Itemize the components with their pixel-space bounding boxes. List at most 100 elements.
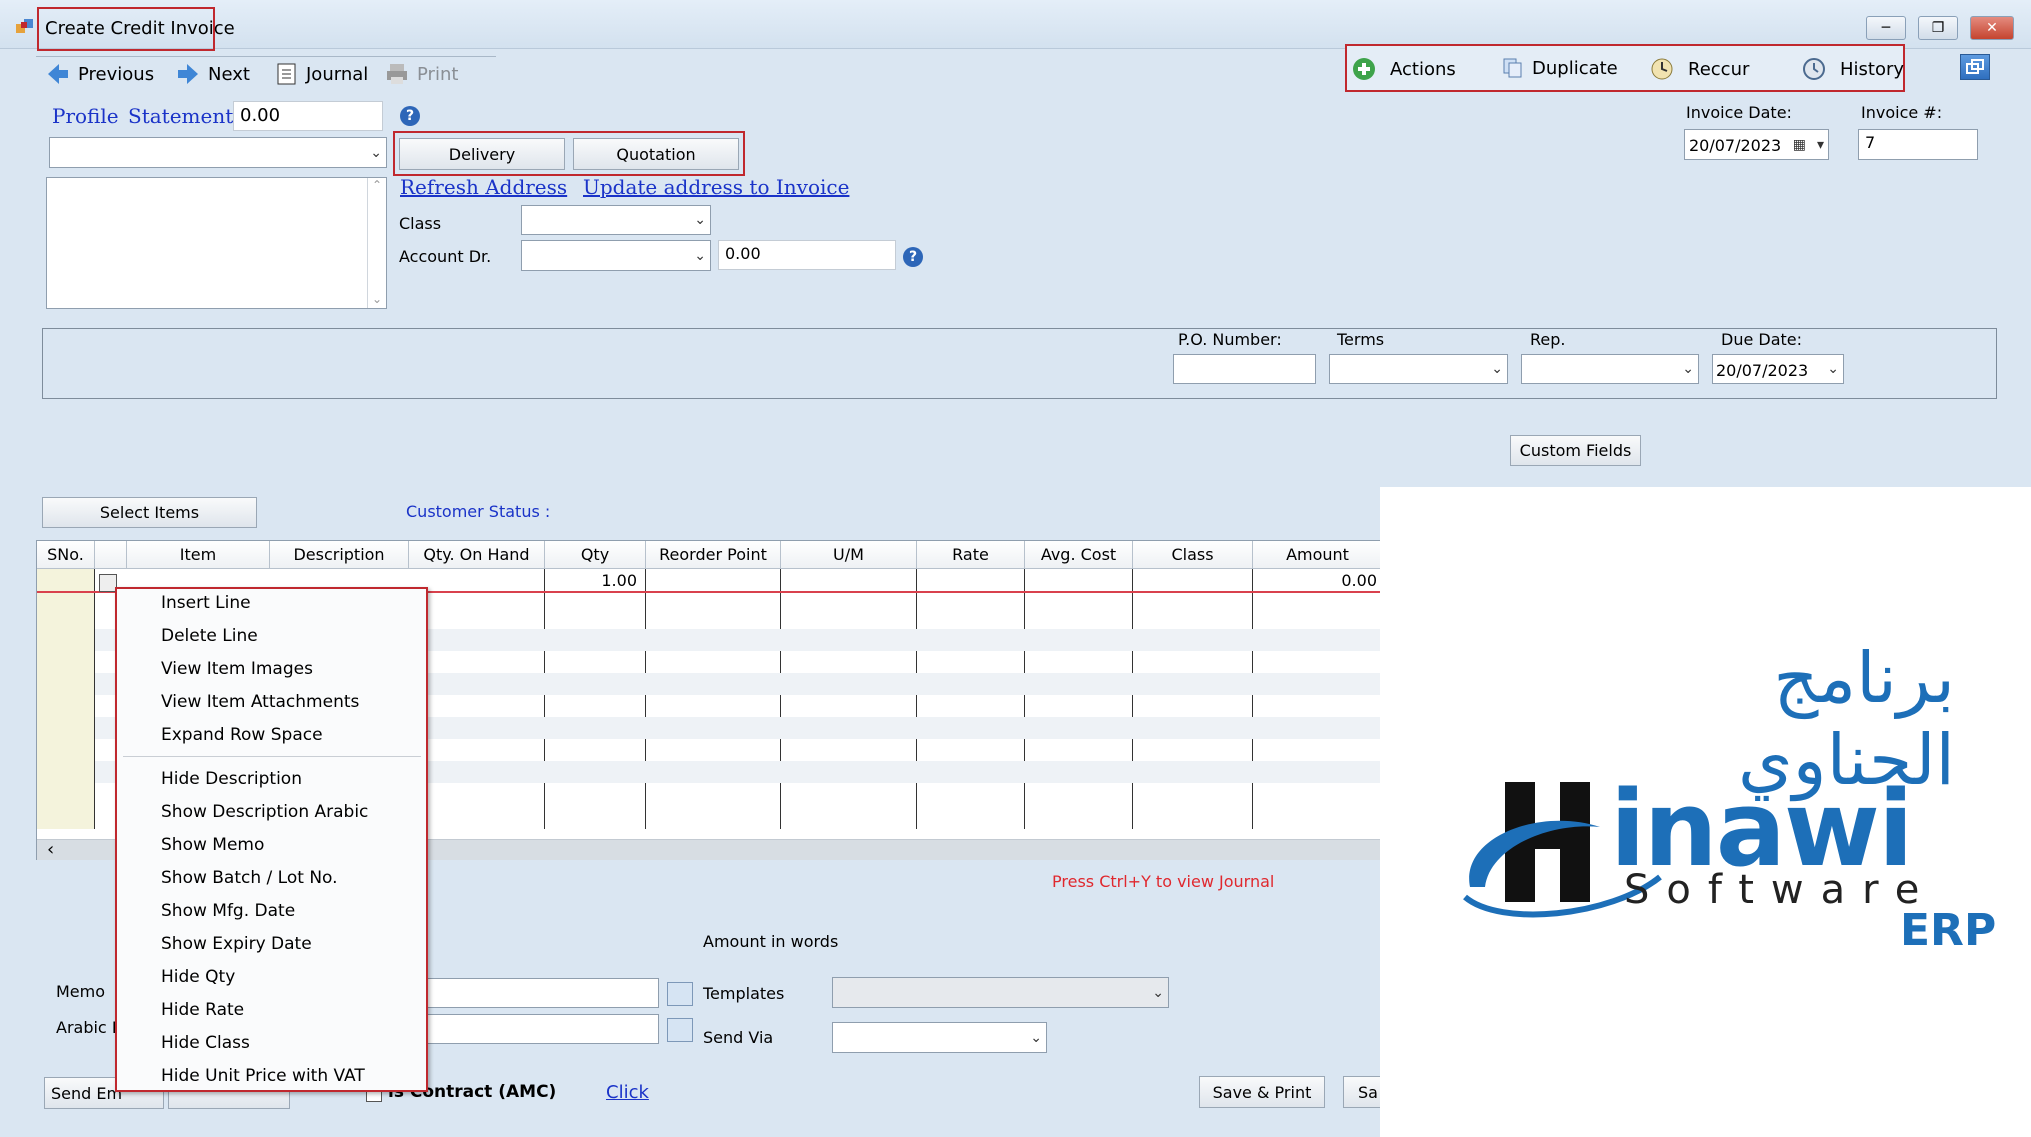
statement-link[interactable]: Statement [128, 104, 233, 128]
menu-expand-row-space[interactable]: Expand Row Space [161, 725, 323, 745]
templates-select[interactable]: ⌄ [832, 977, 1169, 1008]
chevron-down-icon: ⌄ [694, 212, 706, 228]
po-number-field[interactable] [1173, 354, 1316, 384]
col-amount[interactable]: Amount [1253, 541, 1383, 569]
memo-field[interactable] [425, 978, 659, 1008]
windows-icon [1966, 59, 1984, 74]
row-qty[interactable]: 1.00 [545, 571, 637, 590]
due-date-value: 20/07/2023 [1716, 361, 1809, 380]
col-um[interactable]: U/M [781, 541, 917, 569]
duplicate-button[interactable]: Duplicate [1502, 57, 1618, 79]
journal-icon [277, 63, 296, 85]
menu-show-description-arabic[interactable]: Show Description Arabic [161, 802, 368, 822]
update-address-link[interactable]: Update address to Invoice [583, 175, 849, 199]
menu-show-mfg-date[interactable]: Show Mfg. Date [161, 901, 295, 921]
close-icon: ✕ [1986, 20, 1998, 36]
custom-fields-button[interactable]: Custom Fields [1510, 435, 1641, 466]
account-label: Account Dr. [399, 247, 492, 266]
account-balance: 0.00 [718, 240, 896, 270]
terms-select[interactable]: ⌄ [1329, 354, 1508, 384]
rep-select[interactable]: ⌄ [1521, 354, 1699, 384]
previous-button[interactable]: Previous [46, 62, 154, 86]
window-switch-button[interactable] [1960, 54, 1990, 80]
menu-show-expiry-date[interactable]: Show Expiry Date [161, 934, 312, 954]
col-avg-cost[interactable]: Avg. Cost [1025, 541, 1133, 569]
order-details-panel [42, 328, 1997, 399]
help-icon[interactable]: ? [903, 247, 923, 267]
profile-link[interactable]: Profile [52, 104, 119, 128]
menu-hide-unit-price-vat[interactable]: Hide Unit Price with VAT [161, 1066, 365, 1086]
col-item-selector[interactable] [95, 541, 127, 569]
customer-status-label: Customer Status : [406, 502, 551, 521]
menu-show-memo[interactable]: Show Memo [161, 835, 264, 855]
reccur-button[interactable]: Reccur [1650, 57, 1749, 81]
chevron-down-icon: ▾ [1816, 136, 1824, 153]
actions-label: Actions [1390, 58, 1456, 80]
amount-in-words-label: Amount in words [703, 932, 839, 951]
menu-view-item-attachments[interactable]: View Item Attachments [161, 692, 359, 712]
recurring-icon [1651, 58, 1673, 80]
due-date-select[interactable]: 20/07/2023 ⌄ [1712, 354, 1844, 384]
col-qty-on-hand[interactable]: Qty. On Hand [409, 541, 545, 569]
col-qty[interactable]: Qty [545, 541, 646, 569]
menu-hide-qty[interactable]: Hide Qty [161, 967, 235, 987]
window-title: Create Credit Invoice [45, 18, 235, 39]
refresh-address-link[interactable]: Refresh Address [400, 175, 567, 199]
templates-label: Templates [703, 984, 785, 1003]
next-label: Next [208, 63, 250, 85]
select-items-button[interactable]: Select Items [42, 497, 257, 528]
duplicate-label: Duplicate [1532, 57, 1618, 79]
invoice-number-field[interactable]: 7 [1858, 129, 1978, 160]
send-via-select[interactable]: ⌄ [832, 1022, 1047, 1053]
address-scrollbar[interactable]: ⌃ ⌄ [367, 178, 386, 308]
col-reorder-point[interactable]: Reorder Point [646, 541, 781, 569]
address-box[interactable]: ⌃ ⌄ [46, 177, 387, 309]
menu-delete-line[interactable]: Delete Line [161, 626, 258, 646]
col-class[interactable]: Class [1133, 541, 1253, 569]
actions-button[interactable]: Actions [1352, 57, 1456, 81]
minimize-button[interactable]: ─ [1866, 16, 1906, 40]
col-description[interactable]: Description [270, 541, 409, 569]
col-item[interactable]: Item [127, 541, 270, 569]
menu-hide-class[interactable]: Hide Class [161, 1033, 250, 1053]
menu-insert-line[interactable]: Insert Line [161, 593, 251, 613]
save-arabic-memo-icon[interactable] [667, 1018, 693, 1042]
class-select[interactable]: ⌄ [521, 205, 711, 235]
chevron-down-icon: ⌄ [1827, 361, 1839, 377]
invoice-date-label: Invoice Date: [1686, 103, 1792, 122]
next-button[interactable]: Next [176, 62, 250, 86]
journal-button[interactable]: Journal [276, 62, 368, 86]
amc-click-link[interactable]: Click [606, 1082, 649, 1103]
save-print-button[interactable]: Save & Print [1199, 1076, 1325, 1108]
save-label: Sa [1358, 1082, 1378, 1102]
menu-view-item-images[interactable]: View Item Images [161, 659, 313, 679]
scroll-down-icon: ⌄ [371, 292, 383, 306]
delivery-button[interactable]: Delivery [399, 138, 565, 170]
close-button[interactable]: ✕ [1970, 16, 2014, 40]
menu-hide-rate[interactable]: Hide Rate [161, 1000, 244, 1020]
restore-button[interactable]: ❐ [1918, 16, 1958, 40]
menu-show-batch-lot[interactable]: Show Batch / Lot No. [161, 868, 338, 888]
help-icon[interactable]: ? [400, 106, 420, 126]
print-label: Print [417, 63, 459, 85]
save-memo-icon[interactable] [667, 982, 693, 1006]
quotation-button[interactable]: Quotation [573, 138, 739, 170]
print-button[interactable]: Print [385, 62, 458, 86]
row-amount[interactable]: 0.00 [1253, 571, 1377, 590]
invoice-date-value: 20/07/2023 [1689, 136, 1782, 155]
menu-hide-description[interactable]: Hide Description [161, 769, 302, 789]
rep-label: Rep. [1530, 330, 1566, 349]
customer-select[interactable]: ⌄ [49, 137, 387, 168]
logo-erp: ERP [1900, 905, 1997, 956]
po-number-label: P.O. Number: [1178, 330, 1282, 349]
col-rate[interactable]: Rate [917, 541, 1025, 569]
previous-label: Previous [78, 63, 155, 85]
send-via-label: Send Via [703, 1028, 774, 1047]
arabic-memo-field[interactable] [425, 1014, 659, 1044]
invoice-date-picker[interactable]: 20/07/2023 ▦ ▾ [1684, 129, 1829, 160]
history-button[interactable]: History [1802, 57, 1904, 81]
account-select[interactable]: ⌄ [521, 240, 711, 271]
col-sno[interactable]: SNo. [37, 541, 95, 569]
duplicate-icon [1503, 58, 1522, 78]
toolbar-underline [36, 56, 496, 57]
